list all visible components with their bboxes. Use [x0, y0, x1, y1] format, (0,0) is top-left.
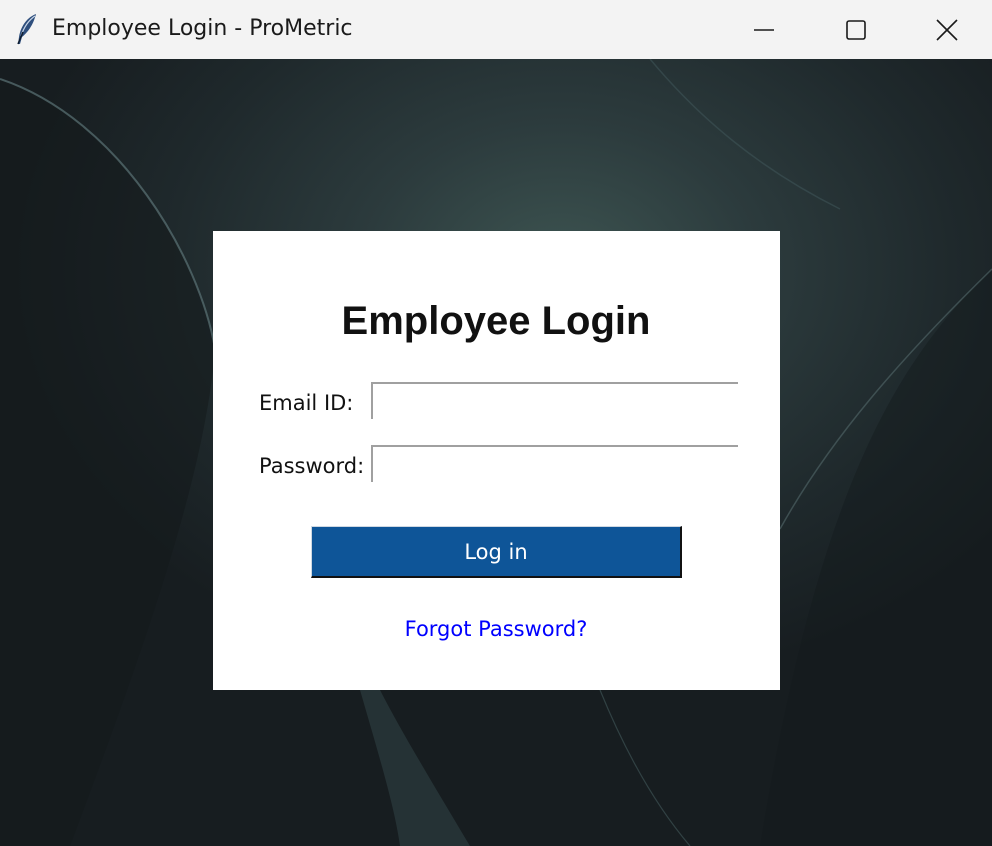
minimize-icon	[754, 28, 774, 31]
email-field[interactable]	[371, 382, 738, 419]
maximize-icon	[846, 19, 866, 40]
window-title: Employee Login - ProMetric	[52, 16, 353, 41]
password-label: Password:	[259, 454, 365, 478]
email-label: Email ID:	[259, 391, 354, 415]
forgot-password-row: Forgot Password?	[0, 615, 992, 643]
forgot-password-link[interactable]: Forgot Password?	[405, 615, 588, 643]
close-icon	[936, 18, 958, 41]
login-heading: Employee Login	[341, 299, 651, 343]
password-field[interactable]	[371, 445, 738, 482]
title-bar[interactable]: Employee Login - ProMetric	[0, 0, 992, 59]
feather-icon	[17, 14, 36, 45]
close-button[interactable]	[902, 0, 992, 59]
login-button[interactable]: Log in	[311, 526, 682, 578]
minimize-button[interactable]	[718, 0, 810, 59]
app-window: Employee Login - ProMetric Employee Logi…	[0, 0, 992, 846]
maximize-button[interactable]	[810, 0, 902, 59]
